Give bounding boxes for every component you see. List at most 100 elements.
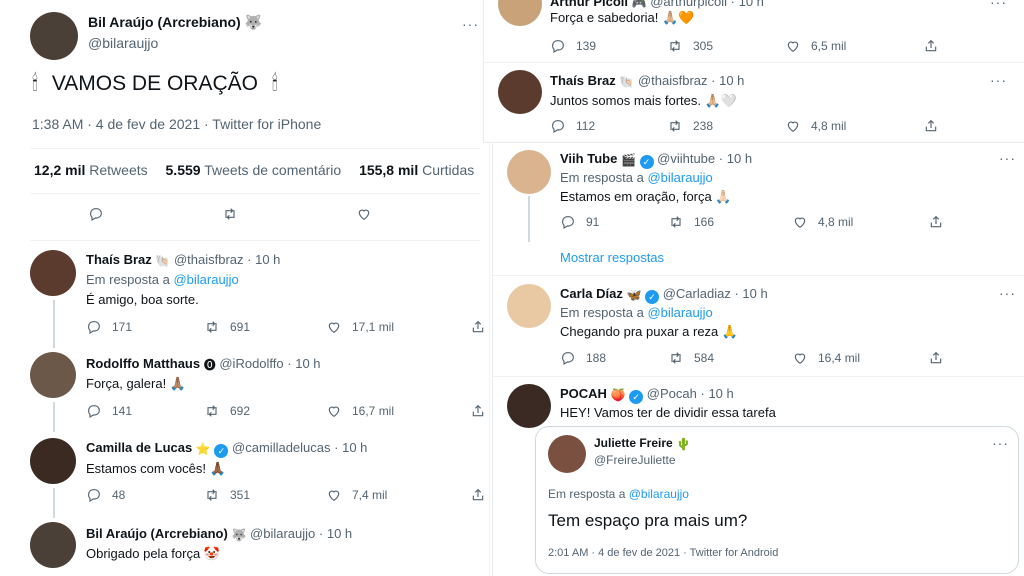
main-author-handle[interactable]: @bilaraujjo (88, 35, 158, 51)
avatar[interactable] (498, 70, 542, 114)
mention-link[interactable]: @bilaraujjo (629, 487, 689, 501)
tweet-time[interactable]: 10 h (708, 386, 733, 401)
retweet-icon[interactable]: 305 (667, 38, 785, 54)
quoted-author-handle[interactable]: @FreireJuliette (594, 453, 676, 467)
author-handle[interactable]: @Carladiaz (663, 286, 731, 301)
reply-context: Em resposta a @bilaraujjo (86, 272, 239, 287)
tweet-time[interactable]: 10 h (327, 526, 352, 541)
like-icon[interactable]: 7,4 mil (326, 487, 470, 503)
like-icon[interactable] (356, 206, 382, 222)
tweet-text: Força e sabedoria! 🙏🏼🧡 (550, 10, 695, 25)
reply-icon[interactable]: 112 (550, 118, 667, 134)
avatar[interactable] (507, 384, 551, 428)
avatar[interactable] (498, 0, 542, 26)
tweet-text: Chegando pra puxar a reza 🙏 (560, 324, 739, 339)
author-handle[interactable]: @iRodolffo (219, 356, 283, 371)
main-author-name[interactable]: Bil Araújo (Arcrebiano) (88, 14, 241, 30)
like-icon[interactable]: 4,8 mil (792, 214, 928, 230)
like-icon[interactable]: 16,4 mil (792, 350, 928, 366)
share-icon[interactable] (470, 319, 489, 335)
quoted-avatar[interactable] (548, 435, 586, 473)
quoted-timestamp[interactable]: 2:01 AM · 4 de fev de 2021 · Twitter for… (548, 547, 778, 559)
tweet-time[interactable]: 10 h (295, 356, 320, 371)
main-actions (88, 206, 382, 222)
mention-link[interactable]: @bilaraujjo (173, 272, 238, 287)
candle-icon: 🕯 (32, 72, 38, 95)
retweet-icon[interactable]: 166 (668, 214, 792, 230)
author-handle[interactable]: @bilaraujjo (250, 526, 315, 541)
stat-quotes[interactable]: 5.559 Tweets de comentário (166, 162, 342, 178)
like-icon[interactable]: 16,7 mil (326, 403, 470, 419)
tweet-time[interactable]: 10 h (742, 286, 767, 301)
main-timestamp[interactable]: 1:38 AM · 4 de fev de 2021 · Twitter for… (32, 116, 321, 132)
reply-icon[interactable] (88, 206, 114, 222)
tweet-text: Juntos somos mais fortes. 🙏🏼🤍 (550, 93, 737, 108)
share-icon[interactable] (928, 350, 954, 366)
author-name[interactable]: Arthur Picoli (550, 0, 628, 9)
avatar[interactable] (507, 284, 551, 328)
retweet-icon[interactable] (222, 206, 248, 222)
main-tweet-text: VAMOS DE ORAÇÃO (51, 72, 258, 95)
main-author-avatar[interactable] (30, 12, 78, 60)
mention-link[interactable]: @bilaraujjo (647, 170, 712, 185)
retweet-icon[interactable]: 584 (668, 350, 792, 366)
stat-retweets[interactable]: 12,2 mil Retweets (34, 162, 148, 178)
author-name[interactable]: Bil Araújo (Arcrebiano) (86, 526, 228, 541)
reply-icon[interactable]: 91 (560, 214, 668, 230)
reply-icon[interactable]: 48 (86, 487, 204, 503)
share-icon[interactable] (923, 38, 949, 54)
avatar[interactable] (30, 352, 76, 398)
mention-link[interactable]: @bilaraujjo (647, 305, 712, 320)
tweet-time[interactable]: 10 h (719, 73, 744, 88)
author-handle[interactable]: @camilladelucas (232, 440, 330, 455)
stat-likes[interactable]: 155,8 mil Curtidas (359, 162, 474, 178)
more-icon[interactable]: ··· (990, 0, 1007, 10)
author-name[interactable]: Thaís Braz (86, 252, 152, 267)
more-icon[interactable]: ··· (992, 435, 1009, 451)
tweet-time[interactable]: 10 h (255, 252, 280, 267)
like-icon[interactable]: 17,1 mil (326, 319, 470, 335)
reply-icon[interactable]: 171 (86, 319, 204, 335)
divider (493, 376, 1024, 377)
tweet-time[interactable]: 10 h (342, 440, 367, 455)
retweet-icon[interactable]: 351 (204, 487, 326, 503)
more-icon[interactable]: ··· (990, 72, 1007, 88)
avatar[interactable] (30, 438, 76, 484)
share-icon[interactable] (470, 487, 489, 503)
share-icon[interactable] (923, 118, 949, 134)
author-name[interactable]: Thaís Braz (550, 73, 616, 88)
reply-icon[interactable]: 188 (560, 350, 668, 366)
like-icon[interactable]: 6,5 mil (785, 38, 923, 54)
author-name[interactable]: Camilla de Lucas (86, 440, 192, 455)
like-icon[interactable]: 4,8 mil (785, 118, 923, 134)
tweet-time[interactable]: 10 h (739, 0, 764, 9)
author-name[interactable]: Rodolffo Matthaus (86, 356, 200, 371)
reply-icon[interactable]: 141 (86, 403, 204, 419)
tweet-text: É amigo, boa sorte. (86, 292, 199, 307)
more-icon[interactable]: ··· (999, 150, 1016, 166)
tweet-time[interactable]: 10 h (727, 151, 752, 166)
quoted-tweet[interactable]: Juliette Freire 🌵 @FreireJuliette ··· Em… (535, 426, 1019, 574)
main-more-icon[interactable]: ··· (462, 16, 479, 32)
quoted-author-name[interactable]: Juliette Freire (594, 436, 673, 450)
show-replies-link[interactable]: Mostrar respostas (560, 250, 664, 265)
avatar[interactable] (30, 250, 76, 296)
author-handle[interactable]: @arthurpicoli (650, 0, 727, 9)
retweet-icon[interactable]: 691 (204, 319, 326, 335)
more-icon[interactable]: ··· (999, 285, 1016, 301)
avatar[interactable] (30, 522, 76, 568)
share-icon[interactable] (928, 214, 954, 230)
author-handle[interactable]: @Pocah (647, 386, 697, 401)
reply-icon[interactable]: 139 (550, 38, 667, 54)
author-handle[interactable]: @thaisfbraz (638, 73, 708, 88)
author-name[interactable]: Viih Tube (560, 151, 617, 166)
share-icon[interactable] (470, 403, 489, 419)
retweet-icon[interactable]: 238 (667, 118, 785, 134)
author-handle[interactable]: @viihtube (657, 151, 715, 166)
author-name[interactable]: POCAH (560, 386, 607, 401)
author-handle[interactable]: @thaisfbraz (174, 252, 244, 267)
author-name[interactable]: Carla Díaz (560, 286, 623, 301)
tweet-actions: 112 238 4,8 mil (550, 118, 949, 134)
avatar[interactable] (507, 150, 551, 194)
retweet-icon[interactable]: 692 (204, 403, 326, 419)
